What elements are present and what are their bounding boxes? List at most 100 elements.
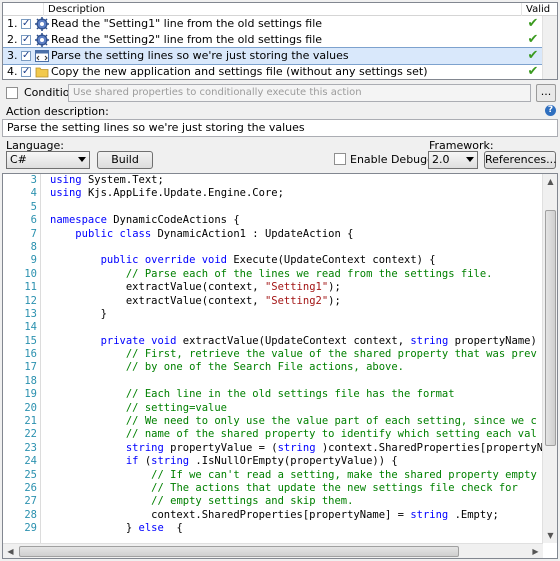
code-editor[interactable]: 3 using System.Text; 4 using Kjs.AppLife.Up… — [2, 173, 558, 559]
build-button[interactable]: Build — [97, 151, 153, 169]
code-token: DynamicCodeActions { — [113, 214, 240, 227]
code-line[interactable]: 10 // Parse each of the lines we read fr… — [3, 268, 543, 281]
code-line[interactable]: 4 using Kjs.AppLife.Update.Engine.Core; — [3, 187, 543, 200]
framework-value: 2.0 — [432, 153, 450, 166]
code-line[interactable]: 24 if (string .IsNullOrEmpty(propertyVal… — [3, 455, 543, 468]
code-line[interactable]: 3 using System.Text; — [3, 174, 543, 187]
code-token: ); — [328, 294, 341, 307]
line-number: 14 — [24, 321, 37, 334]
code-line[interactable]: 13 } — [3, 308, 543, 321]
line-number: 7 — [30, 227, 37, 240]
row-enabled-checkbox[interactable] — [21, 48, 31, 64]
code-line[interactable]: 6 namespace DynamicCodeActions { — [3, 214, 543, 227]
scroll-thumb[interactable] — [19, 546, 459, 557]
code-line[interactable]: 28 context.SharedProperties[propertyName… — [3, 509, 543, 522]
code-line[interactable]: 22 // name of the shared property to ide… — [3, 428, 543, 441]
code-line[interactable]: 7 public class DynamicAction1 : UpdateAc… — [3, 228, 543, 241]
code-token: // Each line in the old settings file ha… — [125, 388, 455, 401]
row-enabled-checkbox[interactable] — [21, 32, 31, 48]
code-token: Execute(UpdateContext context) { — [233, 254, 436, 267]
code-token: private void — [100, 334, 183, 347]
code-text: // Each line in the old settings file ha… — [50, 388, 455, 401]
row-description: Read the "Setting2" line from the old se… — [51, 33, 323, 46]
condition-input[interactable]: Use shared properties to conditionally e… — [68, 84, 531, 102]
column-description[interactable]: Description — [48, 3, 105, 16]
code-line[interactable]: 26 // The actions that update the new se… — [3, 482, 543, 495]
action-row-selected[interactable]: 3. Parse the setting lines so we're just… — [3, 47, 557, 65]
valid-check-icon: ✔ — [527, 32, 539, 47]
editor-horizontal-scrollbar[interactable]: ◀ ▶ — [3, 543, 543, 558]
code-text: // We need to only use the value part of… — [50, 415, 537, 428]
row-number: 1. — [7, 17, 18, 30]
debugging-checkbox[interactable] — [334, 153, 346, 165]
chevron-down-icon — [466, 157, 474, 162]
line-number: 26 — [24, 481, 37, 494]
references-button[interactable]: References... — [484, 151, 557, 169]
editor-vertical-scrollbar[interactable]: ▲ ▼ — [542, 174, 557, 543]
scroll-down-icon[interactable]: ▼ — [543, 528, 557, 543]
code-text: // empty settings and skip them. — [50, 495, 353, 508]
action-row[interactable]: 2. Read the "Setting2" line from the old… — [3, 32, 557, 48]
framework-select[interactable]: 2.0 — [428, 151, 478, 169]
code-line[interactable]: 21 // We need to only use the value part… — [3, 415, 543, 428]
code-line[interactable]: 11 extractValue(context, "Setting1"); — [3, 281, 543, 294]
code-line[interactable]: 8 — [3, 241, 543, 254]
action-editor-window: Description Valid 1. Read the "Setting1"… — [0, 0, 560, 561]
code-line[interactable]: 14 — [3, 321, 543, 334]
code-token: using — [50, 187, 88, 200]
line-number: 16 — [24, 348, 37, 361]
action-list-scrollbar[interactable] — [542, 16, 557, 79]
code-line[interactable]: 16 // First, retrieve the value of the s… — [3, 348, 543, 361]
code-line[interactable]: 25 // If we can't read a setting, make t… — [3, 469, 543, 482]
code-line[interactable]: 23 string propertyValue = (string )conte… — [3, 442, 543, 455]
code-line[interactable]: 15 private void extractValue(UpdateConte… — [3, 335, 543, 348]
action-row[interactable]: 4. Copy the new application and settings… — [3, 64, 557, 79]
row-enabled-checkbox[interactable] — [21, 64, 31, 79]
code-token: System.Text; — [87, 174, 164, 186]
code-line[interactable]: 19 // Each line in the old settings file… — [3, 388, 543, 401]
code-token: "Setting2" — [264, 294, 329, 307]
code-icon — [35, 50, 49, 62]
line-number: 23 — [24, 441, 37, 454]
row-number: 4. — [7, 65, 18, 78]
code-line[interactable]: 17 // by one of the Search File actions,… — [3, 361, 543, 374]
code-line[interactable]: 5 — [3, 201, 543, 214]
code-line[interactable]: 29 } else { — [3, 522, 543, 535]
language-select[interactable]: C# — [6, 151, 90, 169]
code-text: private void extractValue(UpdateContext … — [50, 335, 537, 348]
action-description-input[interactable]: Parse the setting lines so we're just st… — [2, 119, 558, 137]
code-line[interactable]: 27 // empty settings and skip them. — [3, 495, 543, 508]
code-token: extractValue(context, — [50, 294, 265, 307]
code-token: } — [50, 522, 139, 535]
scroll-left-icon[interactable]: ◀ — [3, 544, 18, 558]
code-line[interactable]: 20 // setting=value — [3, 402, 543, 415]
scroll-right-icon[interactable]: ▶ — [528, 544, 543, 558]
scroll-up-icon[interactable]: ▲ — [543, 174, 557, 189]
code-lines[interactable]: 3 using System.Text; 4 using Kjs.AppLife.Up… — [3, 174, 543, 543]
help-icon[interactable]: ? — [545, 105, 556, 116]
line-number: 12 — [24, 294, 37, 307]
folder-icon — [35, 67, 49, 78]
line-number: 15 — [24, 334, 37, 347]
action-row[interactable]: 1. Read the "Setting1" line from the old… — [3, 16, 557, 32]
code-token: // Parse each of the lines we read from … — [125, 267, 493, 280]
code-line[interactable]: 12 extractValue(context, "Setting2"); — [3, 295, 543, 308]
scroll-thumb[interactable] — [545, 210, 556, 446]
code-token: string — [125, 441, 171, 454]
column-valid[interactable]: Valid — [521, 3, 557, 16]
code-token: // The actions that update the new setti… — [151, 481, 518, 494]
condition-checkbox[interactable] — [6, 87, 18, 99]
row-enabled-checkbox[interactable] — [21, 16, 31, 32]
code-text: extractValue(context, "Setting1"); — [50, 281, 341, 294]
code-line[interactable]: 9 public override void Execute(UpdateCon… — [3, 254, 543, 267]
code-text: } — [50, 308, 107, 321]
code-text: // name of the shared property to identi… — [50, 428, 537, 441]
condition-browse-button[interactable]: ... — [536, 84, 556, 102]
line-number: 29 — [24, 522, 37, 535]
code-line[interactable]: 18 — [3, 375, 543, 388]
line-number: 13 — [24, 307, 37, 320]
